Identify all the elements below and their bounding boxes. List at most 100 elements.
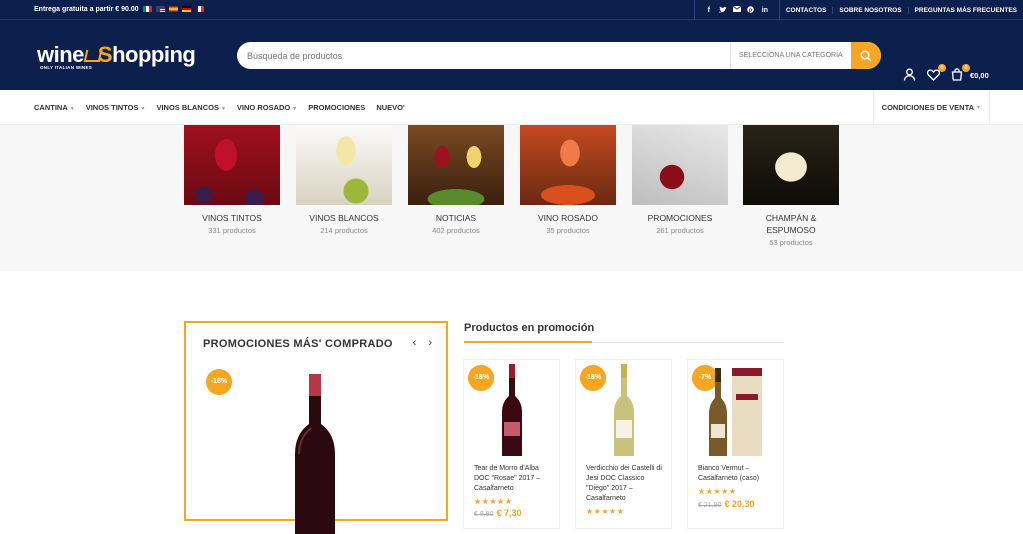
english-flag-icon[interactable] — [156, 6, 165, 12]
product-price: € 8,90 € 7,30 — [474, 508, 522, 518]
italian-flag-icon[interactable] — [143, 6, 152, 12]
faq-link[interactable]: PREGUNTAS MÁS FRECUENTES — [907, 6, 1023, 14]
nav-item-label: VINOS BLANCOS — [156, 103, 219, 112]
category-card[interactable]: PROMOCIONES 261 productos — [632, 125, 728, 235]
category-card[interactable]: CHAMPÁN & ESPUMOSO 53 productos — [743, 125, 839, 247]
nav-item-cantina[interactable]: CANTINA ▼ — [34, 103, 75, 112]
chevron-down-icon: ▼ — [140, 106, 146, 112]
facebook-icon[interactable]: f — [705, 7, 713, 14]
nav-item-vino-rosado[interactable]: VINO ROSADO ▼ — [237, 103, 297, 112]
category-select-label: SELECCIONA UNA CATEGORÍA — [739, 52, 843, 59]
twitter-icon[interactable] — [718, 5, 727, 15]
linkedin-icon[interactable]: in — [761, 7, 769, 14]
french-flag-icon[interactable] — [195, 6, 204, 12]
white-wine-image — [296, 125, 392, 205]
nav-item-nuevo[interactable]: NUEVO' — [376, 103, 404, 112]
wishlist-icon[interactable]: 0 — [926, 64, 946, 82]
category-count: 35 productos — [546, 226, 590, 235]
top-bar: Entrega gratuita a partir € 90.00 f p in… — [0, 0, 1023, 20]
nav-item-conditions[interactable]: CONDICIONES DE VENTA ▼ — [872, 90, 990, 125]
news-wine-image — [408, 125, 504, 205]
product-card[interactable]: -18% Tear de Morro d'Alba DOC "Rosae" 20… — [463, 359, 560, 529]
rating-stars: ★★★★★ — [698, 487, 737, 496]
product-image — [709, 368, 762, 456]
search-button[interactable] — [851, 42, 881, 69]
category-card[interactable]: NOTICIAS 402 productos — [408, 125, 504, 235]
logo-cart-icon — [83, 50, 103, 62]
category-name: CHAMPÁN & ESPUMOSO — [765, 213, 817, 235]
category-card[interactable]: VINOS BLANCOS 214 productos — [296, 125, 392, 235]
category-count: 331 productos — [208, 226, 256, 235]
logo-text-shopping: hopping — [112, 42, 196, 67]
new-price: € 20,30 — [724, 499, 755, 509]
account-icon[interactable] — [903, 68, 917, 82]
category-count: 53 productos — [769, 238, 813, 247]
logo-text-wine: wine — [37, 42, 84, 67]
product-name[interactable]: Tear de Morro d'Alba DOC "Rosae" 2017 – … — [474, 464, 554, 494]
email-icon[interactable] — [732, 5, 742, 14]
chevron-down-icon: ▼ — [69, 106, 75, 112]
category-card[interactable]: VINO ROSADO 35 productos — [520, 125, 616, 235]
bestseller-box: PROMOCIONES MÁS' COMPRADO ‹ › -18% — [184, 321, 448, 534]
promotions-image — [632, 125, 728, 205]
shipping-notice: Entrega gratuita a partir € 90.00 — [34, 6, 139, 13]
cart-icon[interactable]: 0 — [951, 64, 970, 82]
rose-wine-bottle-image[interactable] — [285, 374, 345, 534]
chevron-down-icon: ▼ — [220, 106, 226, 112]
category-count: 261 productos — [656, 226, 704, 235]
section-divider-accent — [464, 341, 592, 343]
nav-item-vinos-tintos[interactable]: VINOS TINTOS ▼ — [86, 103, 146, 112]
social-links: f p in — [693, 0, 779, 20]
category-name: VINOS TINTOS — [202, 213, 262, 223]
champagne-image — [743, 125, 839, 205]
search-input[interactable] — [237, 42, 727, 69]
pinterest-icon[interactable]: p — [747, 5, 755, 15]
category-name: VINO ROSADO — [538, 213, 598, 223]
category-strip: VINOS TINTOS 331 productos VINOS BLANCOS… — [0, 125, 1023, 271]
main-header: wineShopping ONLY ITALIAN WINES SELECCIO… — [0, 20, 1023, 90]
category-card[interactable]: VINOS TINTOS 331 productos — [184, 125, 280, 235]
category-name: VINOS BLANCOS — [309, 213, 379, 223]
product-card[interactable]: -18% Verdicchio dei Castelli di Jesi DOC… — [575, 359, 672, 529]
wishlist-count-badge: 0 — [938, 64, 946, 72]
nav-item-label: CONDICIONES DE VENTA — [881, 103, 975, 112]
nav-item-label: VINOS TINTOS — [85, 103, 139, 112]
category-select[interactable]: SELECCIONA UNA CATEGORÍA ⌄ — [730, 42, 850, 69]
product-name[interactable]: Bianco Vermut – Casalfarneto (caso) — [698, 464, 778, 484]
language-flags — [143, 6, 204, 12]
search-icon — [860, 49, 872, 62]
top-right-area: f p in CONTACTOS SOBRE NOSOTROS PREGUNTA… — [693, 0, 1023, 20]
category-count: 402 productos — [432, 226, 480, 235]
chevron-right-icon[interactable]: › — [428, 337, 432, 349]
top-links: CONTACTOS SOBRE NOSOTROS PREGUNTAS MÁS F… — [778, 0, 1023, 20]
product-card[interactable]: -7% Bianco Vermut – Casalfarneto (caso) … — [687, 359, 784, 529]
contact-link[interactable]: CONTACTOS — [780, 7, 833, 14]
site-logo[interactable]: wine Shopping ONLY ITALIAN WINES — [37, 42, 196, 70]
header-icons: 0 0 €0,00 — [903, 64, 989, 82]
spanish-flag-icon[interactable] — [169, 6, 178, 12]
cart-total[interactable]: €0,00 — [970, 71, 989, 80]
old-price: € 8,90 — [474, 511, 494, 518]
product-price: € 21,90 € 20,30 — [698, 499, 754, 509]
product-name[interactable]: Verdicchio dei Castelli di Jesi DOC Clas… — [586, 464, 666, 504]
nav-item-promociones[interactable]: PROMOCIONES — [308, 103, 365, 112]
chevron-down-icon: ⌄ — [836, 52, 841, 58]
category-count: 214 productos — [320, 226, 368, 235]
nav-item-label: CANTINA — [34, 103, 68, 112]
german-flag-icon[interactable] — [182, 6, 191, 12]
product-image — [502, 364, 522, 456]
logo-tagline: ONLY ITALIAN WINES — [40, 65, 93, 70]
about-us-link[interactable]: SOBRE NOSOTROS — [832, 6, 907, 14]
product-image — [614, 364, 634, 456]
new-price: € 7,30 — [496, 508, 522, 518]
rating-stars: ★★★★★ — [474, 497, 513, 506]
rose-wine-image — [520, 125, 616, 205]
chevron-left-icon[interactable]: ‹ — [413, 337, 417, 349]
nav-menu: CANTINA ▼ VINOS TINTOS ▼ VINOS BLANCOS ▼ VI… — [34, 90, 405, 125]
discount-badge: -18% — [468, 365, 494, 391]
category-name: NOTICIAS — [435, 213, 477, 223]
discount-badge: -18% — [206, 369, 232, 395]
search-bar: SELECCIONA UNA CATEGORÍA ⌄ — [237, 42, 881, 69]
nav-item-vinos-blancos[interactable]: VINOS BLANCOS ▼ — [156, 103, 225, 112]
red-wine-image — [184, 125, 280, 205]
